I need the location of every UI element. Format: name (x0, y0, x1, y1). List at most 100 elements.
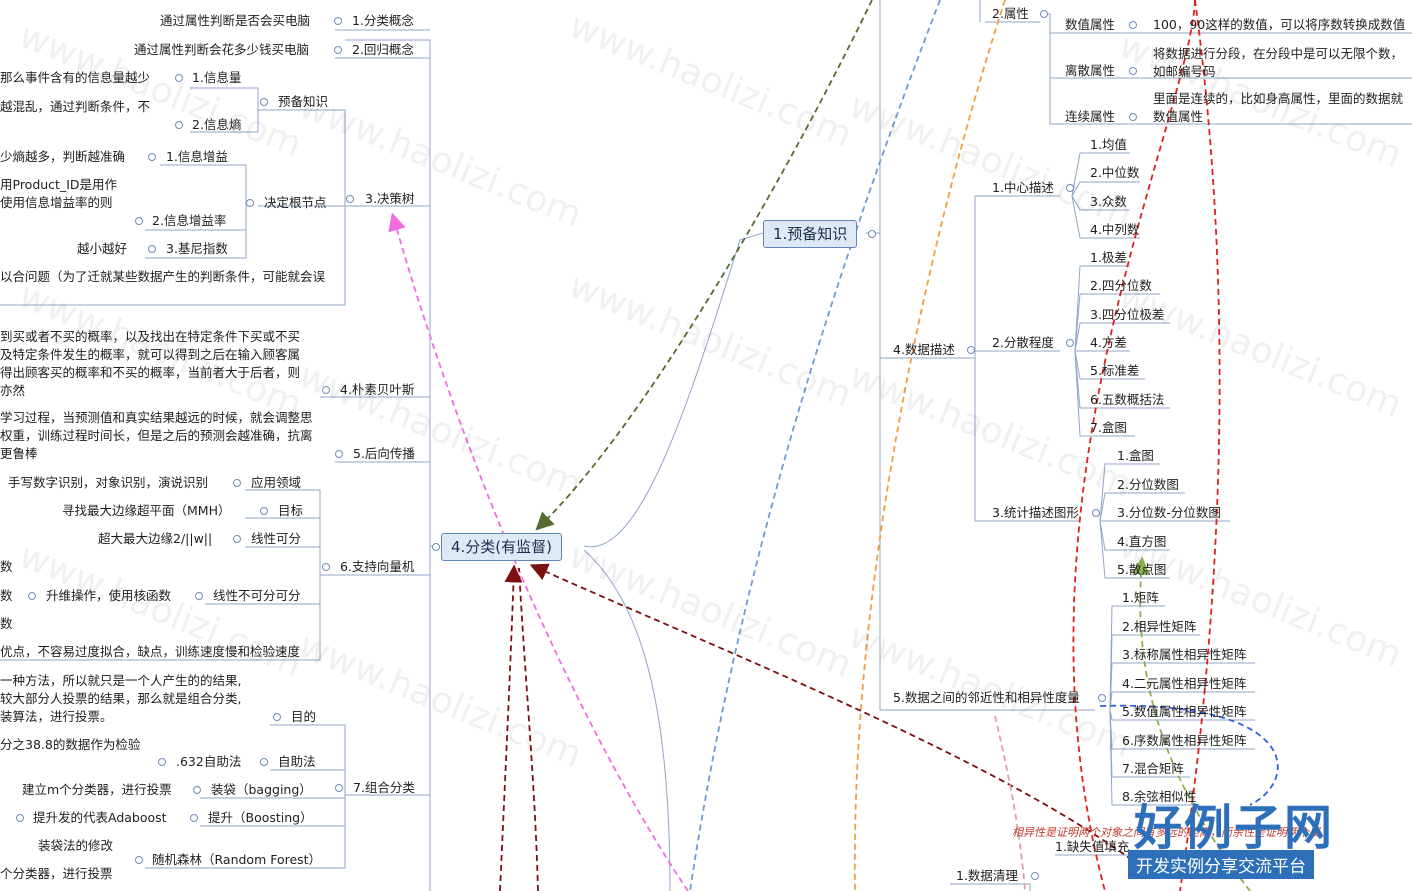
topic-numeric-attr[interactable]: 数值属性 (1065, 17, 1115, 33)
collapse-toggle-icon[interactable] (193, 786, 201, 794)
collapse-toggle-icon[interactable] (322, 563, 330, 571)
svm-fragment[interactable]: 数 (0, 588, 13, 604)
boosting-desc[interactable]: 提升发的代表Adaboost (33, 810, 167, 826)
topic-boosting[interactable]: 提升（Boosting） (208, 810, 313, 826)
collapse-toggle-icon[interactable] (1092, 509, 1100, 517)
topic-missing-values[interactable]: 1.缺失值填充 (1055, 839, 1129, 855)
info-entropy-desc[interactable]: 越混乱，通过判断条件，不 (0, 99, 150, 115)
topic-graph-box[interactable]: 1.盒图 (1117, 448, 1154, 464)
topic-variance[interactable]: 4.方差 (1090, 335, 1127, 351)
discrete-attr-desc[interactable]: 将数据进行分段，在分段中是可以无限个数， (1153, 46, 1403, 62)
topic-quartile[interactable]: 2.四分位数 (1090, 278, 1152, 294)
naive-bayes-desc[interactable]: 及特定条件发生的概率，就可以得到之后在输入顾客属 (0, 347, 300, 363)
continuous-attr-desc[interactable]: 数值属性 (1153, 109, 1203, 125)
collapse-toggle-icon[interactable] (135, 856, 143, 864)
topic-bootstrap[interactable]: 自助法 (278, 754, 316, 770)
info-gain-desc[interactable]: 少熵越多，判断越准确 (0, 149, 125, 165)
gini-desc[interactable]: 越小越好 (77, 241, 127, 257)
collapse-toggle-icon[interactable] (195, 592, 203, 600)
topic-graph-histogram[interactable]: 4.直方图 (1117, 534, 1166, 550)
svm-fragment[interactable]: 数 (0, 559, 13, 575)
collapse-toggle-icon[interactable] (868, 230, 876, 238)
topic-central[interactable]: 1.中心描述 (992, 180, 1054, 196)
collapse-toggle-icon[interactable] (260, 507, 268, 515)
collapse-toggle-icon[interactable] (246, 199, 254, 207)
gain-ratio-desc[interactable]: 使用信息增益率的则 (0, 195, 113, 211)
topic-graph-quantile[interactable]: 2.分位数图 (1117, 477, 1179, 493)
collapse-toggle-icon[interactable] (28, 592, 36, 600)
topic-bagging[interactable]: 装袋（bagging） (211, 782, 312, 798)
topic-stat-graphs[interactable]: 3.统计描述图形 (992, 505, 1079, 521)
topic-classify-concept[interactable]: 1.分类概念 (352, 13, 414, 29)
collapse-toggle-icon[interactable] (1129, 21, 1137, 29)
ensemble-desc[interactable]: 一种方法，所以就只是一个人产生的的结果, (0, 673, 241, 689)
topic-stdev[interactable]: 5.标准差 (1090, 363, 1139, 379)
topic-discrete-attr[interactable]: 离散属性 (1065, 63, 1115, 79)
info-amount-desc[interactable]: 那么事件含有的信息量越少 (0, 70, 150, 86)
topic-range[interactable]: 1.极差 (1090, 250, 1127, 266)
topic-iqr[interactable]: 3.四分位极差 (1090, 307, 1164, 323)
collapse-toggle-icon[interactable] (967, 346, 975, 354)
topic-svm-nonlinear[interactable]: 线性不可分可分 (213, 588, 301, 604)
topic-gini[interactable]: 3.基尼指数 (166, 241, 228, 257)
collapse-toggle-icon[interactable] (1040, 10, 1048, 18)
topic-ensemble-goal[interactable]: 目的 (291, 709, 316, 725)
topic-dispersion[interactable]: 2.分散程度 (992, 335, 1054, 351)
collapse-toggle-icon[interactable] (1066, 339, 1074, 347)
topic-mode[interactable]: 3.众数 (1090, 194, 1127, 210)
topic-info-gain[interactable]: 1.信息增益 (166, 149, 228, 165)
overfit-desc[interactable]: 以合问题（为了迁就某些数据产生的判断条件，可能就会误 (0, 269, 325, 285)
svm-nonlinear-desc[interactable]: 升维操作，使用核函数 (46, 588, 171, 604)
svm-linear-desc[interactable]: 超大最大边缘2/||w|| (98, 531, 212, 547)
topic-svm-goal[interactable]: 目标 (278, 503, 303, 519)
collapse-toggle-icon[interactable] (322, 386, 330, 394)
collapse-toggle-icon[interactable] (260, 98, 268, 106)
topic-info-entropy[interactable]: 2.信息熵 (192, 117, 241, 133)
collapse-toggle-icon[interactable] (148, 153, 156, 161)
topic-info-amount[interactable]: 1.信息量 (192, 70, 241, 86)
topic-regress-concept[interactable]: 2.回归概念 (352, 42, 414, 58)
collapse-toggle-icon[interactable] (1129, 67, 1137, 75)
classify-concept-desc[interactable]: 通过属性判断是否会买电脑 (160, 13, 310, 29)
collapse-toggle-icon[interactable] (1098, 694, 1106, 702)
svm-goal-desc[interactable]: 寻找最大边缘超平面（MMH） (62, 503, 230, 519)
collapse-toggle-icon[interactable] (135, 217, 143, 225)
central-topic-prereq[interactable]: 1.预备知识 (763, 220, 858, 248)
numeric-attr-desc[interactable]: 100，90这样的数值，可以将序数转换成数值 (1153, 17, 1405, 33)
collapse-toggle-icon[interactable] (16, 814, 24, 822)
topic-backprop[interactable]: 5.后向传播 (353, 446, 415, 462)
svm-fragment[interactable]: 数 (0, 616, 13, 632)
ensemble-desc[interactable]: 较大部分人投票的结果，那么就是组合分类, (0, 691, 241, 707)
topic-gain-ratio[interactable]: 2.信息增益率 (152, 213, 226, 229)
svm-app-desc[interactable]: 手写数字识别，对象识别，演说识别 (8, 475, 208, 491)
topic-split-node[interactable]: 决定根节点 (264, 195, 327, 211)
backprop-desc[interactable]: 更鲁棒 (0, 446, 38, 462)
svm-pros-desc[interactable]: 优点，不容易过度拟合，缺点，训练速度慢和检验速度 (0, 644, 300, 660)
collapse-toggle-icon[interactable] (260, 758, 268, 766)
topic-bootstrap-632[interactable]: .632自助法 (176, 754, 241, 770)
topic-boxplot[interactable]: 7.盒图 (1090, 420, 1127, 436)
bootstrap-desc[interactable]: 分之38.8的数据作为检验 (0, 737, 140, 753)
topic-sim-mixed[interactable]: 7.混合矩阵 (1122, 761, 1184, 777)
topic-continuous-attr[interactable]: 连续属性 (1065, 109, 1115, 125)
random-forest-desc[interactable]: 个分类器，进行投票 (0, 866, 113, 882)
topic-decision-tree[interactable]: 3.决策树 (365, 191, 414, 207)
regress-concept-desc[interactable]: 通过属性判断会花多少钱买电脑 (134, 42, 309, 58)
discrete-attr-desc[interactable]: 如邮编号码 (1153, 64, 1216, 80)
topic-five-number[interactable]: 6.五数概括法 (1090, 392, 1164, 408)
ensemble-desc[interactable]: 装算法，进行投票。 (0, 709, 113, 725)
backprop-desc[interactable]: 学习过程，当预测值和真实结果越远的时候，就会调整思 (0, 410, 313, 426)
topic-similarity[interactable]: 5.数据之间的邻近性和相异性度量 (893, 690, 1080, 706)
collapse-toggle-icon[interactable] (233, 479, 241, 487)
gain-ratio-desc[interactable]: 用Product_ID是用作 (0, 177, 117, 193)
collapse-toggle-icon[interactable] (148, 245, 156, 253)
topic-sim-numeric[interactable]: 5.数值属性相异性矩阵 (1122, 704, 1246, 720)
random-forest-desc[interactable]: 装袋法的修改 (38, 838, 113, 854)
topic-data-description[interactable]: 4.数据描述 (893, 342, 955, 358)
collapse-toggle-icon[interactable] (432, 543, 440, 551)
central-topic-classification[interactable]: 4.分类(有监督) (441, 533, 563, 561)
collapse-toggle-icon[interactable] (334, 17, 342, 25)
topic-data-cleaning[interactable]: 1.数据清理 (956, 868, 1018, 884)
collapse-toggle-icon[interactable] (1031, 872, 1039, 880)
topic-sim-dissim[interactable]: 2.相异性矩阵 (1122, 619, 1196, 635)
